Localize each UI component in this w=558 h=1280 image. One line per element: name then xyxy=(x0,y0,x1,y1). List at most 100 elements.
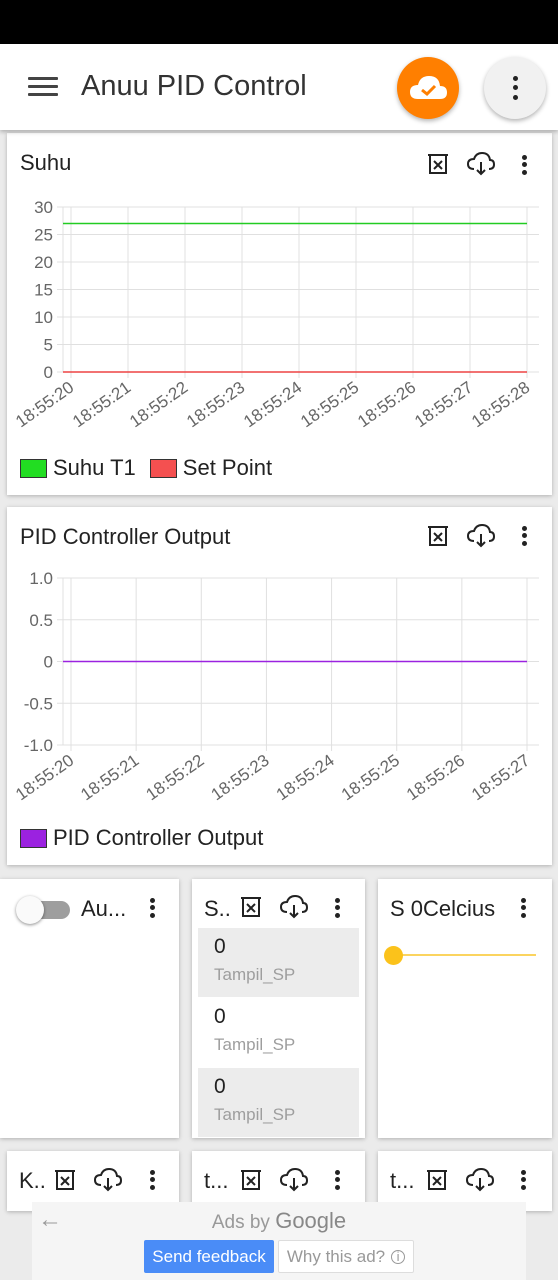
y-tick-label: 15 xyxy=(34,281,53,300)
x-tick-label: 18:55:25 xyxy=(338,751,403,805)
why-this-ad-button[interactable]: Why this ad? i xyxy=(278,1240,414,1273)
list-item-value: 0 xyxy=(214,1075,226,1098)
auto-switch-card: Au... xyxy=(0,879,179,1138)
cloud-check-icon xyxy=(410,76,447,99)
list-item-value: 0 xyxy=(214,1005,226,1028)
bottom-card-3-menu-icon[interactable] xyxy=(516,1166,530,1194)
bottom-card-1-title: K.. xyxy=(19,1168,46,1193)
app-title: Anuu PID Control xyxy=(81,70,307,102)
auto-toggle[interactable] xyxy=(16,896,72,924)
legend-swatch-set-point xyxy=(149,458,177,478)
clear-data-icon[interactable] xyxy=(422,1165,452,1195)
x-tick-label: 18:55:23 xyxy=(208,751,273,805)
info-icon: i xyxy=(391,1249,406,1264)
ad-banner: ← Ads by Google Send feedback Why this a… xyxy=(32,1202,526,1280)
x-tick-label: 18:55:26 xyxy=(354,378,419,432)
slider-label: S 0Celcius xyxy=(390,896,496,921)
setpoint-title: S.. xyxy=(204,896,231,921)
list-item-label: Tampil_SP xyxy=(214,1105,296,1124)
pid-chart: 1.00.50-0.5-1.018:55:20 18:55:21 18:55:22 1… xyxy=(12,569,539,805)
setpoint-menu-icon[interactable] xyxy=(330,894,344,922)
y-tick-label: -1.0 xyxy=(24,736,53,755)
setpoint-card: S.. 0 Tampil_SP 0 Tampil_SP 0 Tampil_SP xyxy=(192,879,365,1138)
x-tick-label: 18:55:21 xyxy=(77,751,142,805)
legend-label-set-point: Set Point xyxy=(182,455,273,480)
cloud-download-icon[interactable] xyxy=(279,892,309,922)
clear-data-icon[interactable] xyxy=(423,149,453,179)
x-tick-label: 18:55:20 xyxy=(12,378,77,432)
more-vert-icon xyxy=(508,71,522,105)
legend-label-suhu-t1: Suhu T1 xyxy=(53,455,136,480)
y-tick-label: 5 xyxy=(44,336,53,355)
google-logo-text: Google xyxy=(275,1208,347,1233)
y-tick-label: 0 xyxy=(44,653,53,672)
why-this-ad-label: Why this ad? xyxy=(286,1246,386,1266)
x-tick-label: 18:55:20 xyxy=(12,751,77,805)
y-tick-label: 0 xyxy=(44,363,53,382)
x-tick-label: 18:55:27 xyxy=(411,378,476,432)
slider-card: S 0Celcius xyxy=(378,879,552,1138)
suhu-chart-title: Suhu xyxy=(20,150,72,175)
bottom-card-2-title: t... xyxy=(204,1168,229,1193)
suhu-chart-card: Suhu 30 25 20 15 10 5 0 18:55:20 18:55:21 18:55:2… xyxy=(7,133,552,495)
y-tick-label: 30 xyxy=(34,198,53,217)
bottom-card-3-title: t... xyxy=(390,1168,415,1193)
legend-label-pid-output: PID Controller Output xyxy=(53,825,264,850)
list-item: 0 Tampil_SP xyxy=(198,928,359,997)
x-tick-label: 18:55:22 xyxy=(126,378,191,432)
cloud-download-icon[interactable] xyxy=(465,1165,495,1195)
pid-legend: PID Controller Output xyxy=(20,825,263,851)
cloud-download-icon[interactable] xyxy=(279,1165,309,1195)
x-tick-label: 18:55:25 xyxy=(297,378,362,432)
ads-by-label: Ads by Google xyxy=(32,1208,526,1234)
y-tick-label: -0.5 xyxy=(24,694,53,713)
x-tick-label: 18:55:26 xyxy=(403,751,468,805)
clear-data-icon[interactable] xyxy=(423,521,453,551)
bottom-card-1-menu-icon[interactable] xyxy=(145,1166,159,1194)
list-item: 0 Tampil_SP xyxy=(198,998,359,1067)
x-tick-label: 18:55:24 xyxy=(240,378,305,432)
clear-data-icon[interactable] xyxy=(236,892,266,922)
list-item: 0 Tampil_SP xyxy=(198,1068,359,1137)
x-tick-label: 18:55:23 xyxy=(183,378,248,432)
slider-menu-icon[interactable] xyxy=(516,894,530,922)
x-tick-label: 18:55:21 xyxy=(69,378,134,432)
x-tick-label: 18:55:27 xyxy=(468,751,533,805)
y-tick-label: 10 xyxy=(34,308,53,327)
x-tick-label: 18:55:24 xyxy=(273,751,338,805)
clear-data-icon[interactable] xyxy=(236,1165,266,1195)
auto-label: Au... xyxy=(81,896,127,921)
app-bar: Anuu PID Control xyxy=(0,44,558,130)
list-item-value: 0 xyxy=(214,935,226,958)
suhu-chart: 30252015105018:55:2018:55:2118:55:2218:5… xyxy=(12,198,539,432)
send-feedback-button[interactable]: Send feedback xyxy=(144,1240,274,1273)
cloud-download-icon[interactable] xyxy=(466,149,496,179)
cloud-sync-button[interactable] xyxy=(397,57,459,119)
cloud-download-icon[interactable] xyxy=(466,521,496,551)
suhu-legend: Suhu T1 Set Point xyxy=(20,455,272,481)
pid-menu-icon[interactable] xyxy=(517,522,531,550)
x-tick-label: 18:55:22 xyxy=(142,751,207,805)
more-options-button[interactable] xyxy=(484,57,546,119)
pid-chart-card: PID Controller Output 1.0 0.5 0 -0.5 -1.0 18:… xyxy=(7,507,552,865)
suhu-menu-icon[interactable] xyxy=(517,151,531,179)
pid-chart-title: PID Controller Output xyxy=(20,524,231,549)
legend-swatch-pid-output xyxy=(20,828,47,848)
list-item-label: Tampil_SP xyxy=(214,965,296,984)
clear-data-icon[interactable] xyxy=(50,1165,80,1195)
bottom-card-2-menu-icon[interactable] xyxy=(330,1166,344,1194)
auto-menu-icon[interactable] xyxy=(145,894,159,922)
y-tick-label: 1.0 xyxy=(29,569,53,588)
y-tick-label: 20 xyxy=(34,253,53,272)
cloud-download-icon[interactable] xyxy=(93,1165,123,1195)
status-bar xyxy=(0,0,558,44)
y-tick-label: 25 xyxy=(34,226,53,245)
x-tick-label: 18:55:28 xyxy=(468,378,533,432)
menu-icon[interactable] xyxy=(28,77,58,97)
slider-thumb[interactable] xyxy=(384,946,403,965)
slider-track[interactable] xyxy=(394,954,536,956)
ads-by-text: Ads by xyxy=(211,1212,270,1233)
legend-swatch-suhu-t1 xyxy=(20,458,47,478)
list-item-label: Tampil_SP xyxy=(214,1035,296,1054)
y-tick-label: 0.5 xyxy=(29,611,53,630)
